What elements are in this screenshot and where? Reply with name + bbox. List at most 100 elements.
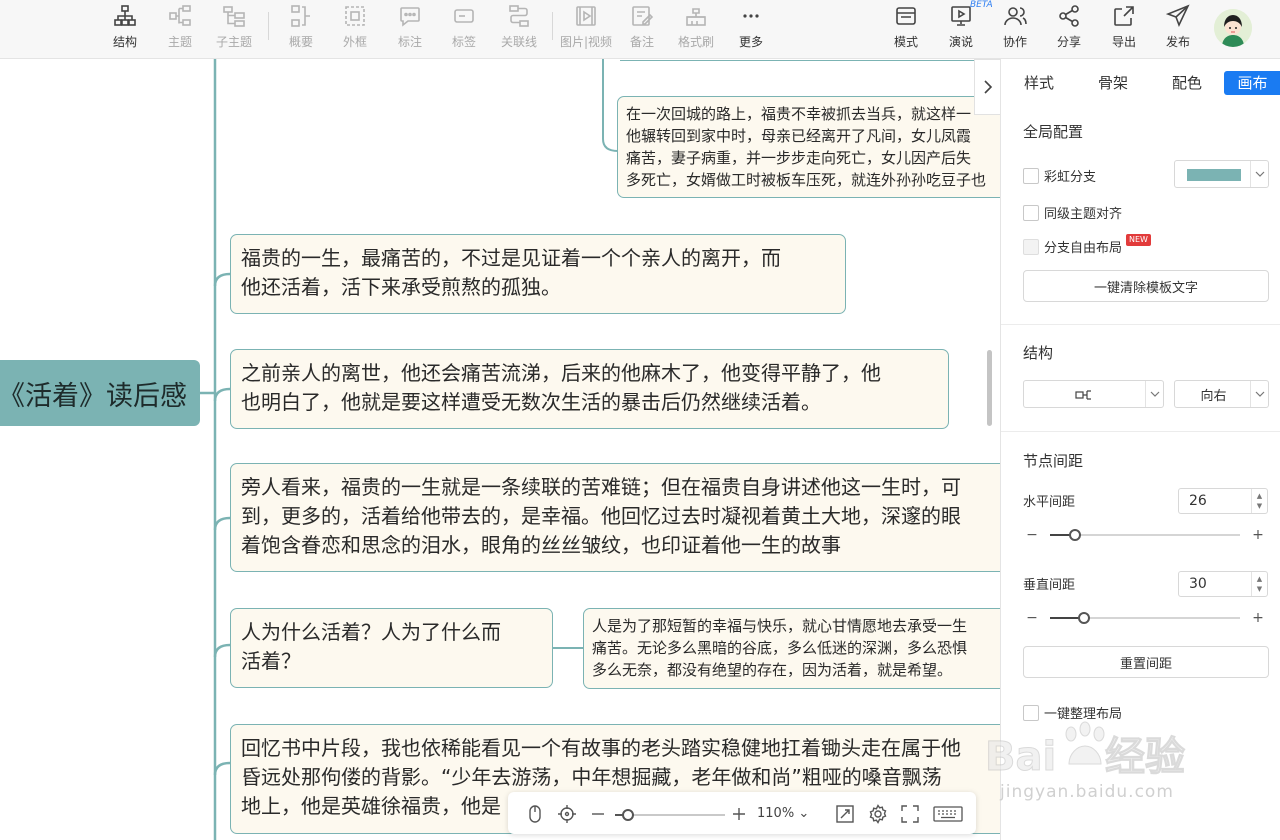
free-layout-checkbox[interactable] (1023, 238, 1039, 255)
slider-track[interactable] (1050, 529, 1240, 541)
chevron-down-icon (1145, 381, 1163, 407)
topic-label: 主题 (167, 35, 192, 49)
slider-track[interactable] (1050, 612, 1240, 624)
relation-line-button[interactable]: 关联线 (491, 0, 547, 59)
structure-button[interactable]: 结构 (97, 0, 153, 59)
section-divider (1001, 324, 1280, 325)
same-level-align-option[interactable]: 同级主题对齐 (1023, 203, 1122, 222)
publish-button[interactable]: 发布 (1150, 0, 1206, 59)
rainbow-branch-checkbox[interactable] (1023, 167, 1039, 184)
node-text-line: 多死亡，女婿做工时被板车压死，就连外孙孙吃豆子也 (626, 171, 987, 189)
root-topic[interactable]: 《活着》读后感 (0, 360, 200, 426)
more-button[interactable]: 更多 (723, 0, 779, 59)
collaborate-label: 协作 (1002, 35, 1027, 49)
chevron-down-icon: ⌄ (798, 806, 810, 821)
frame-button[interactable]: 外框 (327, 0, 383, 59)
summary-label: 概要 (288, 35, 313, 49)
collaborate-button[interactable]: 协作 (987, 0, 1043, 59)
section-divider (1001, 431, 1280, 432)
node-text-line: 多么无奈，都没有绝望的存在，因为活着，就是希望。 (592, 661, 953, 679)
image-video-label: 图片|视频 (559, 35, 613, 49)
tab-canvas[interactable]: 画布 (1224, 71, 1280, 95)
image-video-button[interactable]: 图片|视频 (558, 0, 614, 59)
fullscreen-icon[interactable] (899, 804, 921, 824)
stepper-arrows-icon[interactable]: ▲ ▼ (1251, 489, 1267, 513)
node-text-line: 痛苦。无论多么黑暗的谷底，多么低迷的深渊，多么恐惧 (592, 639, 968, 657)
topic-button[interactable]: 主题 (152, 0, 208, 59)
rainbow-color-select[interactable] (1174, 160, 1269, 188)
node-text-line: 他辗转回到家中时，母亲已经离开了凡间，女儿凤霞 (626, 127, 972, 145)
panel-tabs: 样式 骨架 配色 画布 (1001, 59, 1280, 105)
fit-screen-icon[interactable] (834, 804, 856, 824)
rainbow-branch-option[interactable]: 彩虹分支 (1023, 166, 1096, 185)
topic-node[interactable]: 福贵的一生，最痛苦的，不过是见证着一个个亲人的离开，而 他还活着，活下来承受煎熬… (230, 234, 846, 314)
settings-icon[interactable] (867, 804, 889, 824)
zoom-in-icon[interactable] (728, 804, 750, 824)
zoom-slider[interactable] (615, 809, 725, 821)
topic-node[interactable]: 之前亲人的离世，他还会痛苦流涕，后来的他麻木了，他变得平静了，他 也明白了，他就… (230, 349, 949, 429)
format-brush-label: 格式刷 (677, 35, 714, 49)
free-layout-label: 分支自由布局 (1044, 241, 1123, 256)
clear-template-text-button[interactable]: 一键清除模板文字 (1023, 270, 1269, 302)
mindmap-canvas[interactable]: 《活着》读后感 在一次回城的路上，福贵不幸被抓去当兵，就这样一 他辗转回到家中时… (0, 59, 1000, 840)
stepper-arrows-icon[interactable]: ▲ ▼ (1251, 572, 1267, 596)
node-text-line: 之前亲人的离世，他还会痛苦流涕，后来的他麻木了，他变得平静了，他 (241, 361, 881, 385)
format-brush-icon (683, 3, 709, 29)
slider-handle[interactable] (1078, 612, 1091, 624)
vertical-scrollbar[interactable] (987, 350, 992, 426)
topic-node[interactable]: 旁人看来，福贵的一生就是一条续联的苦难链；但在福贵自身讲述他这一生时，可 到，更… (230, 463, 1000, 572)
tab-style[interactable]: 样式 (1023, 71, 1055, 95)
svg-text:Bai: Bai (985, 734, 1056, 780)
note-button[interactable]: 备注 (614, 0, 670, 59)
reset-spacing-button[interactable]: 重置间距 (1023, 646, 1269, 678)
callout-button[interactable]: 标注 (382, 0, 438, 59)
structure-title: 结构 (1023, 344, 1054, 362)
subtopic-button[interactable]: 子主题 (206, 0, 262, 59)
mouse-icon[interactable] (524, 804, 546, 824)
horizontal-spacing-slider[interactable]: − + (1022, 525, 1270, 545)
node-text-line: 着饱含眷恋和思念的泪水，眼角的丝丝皱纹，也印证着他一生的故事 (241, 533, 841, 557)
increase-icon[interactable]: + (1248, 525, 1268, 545)
share-button[interactable]: 分享 (1041, 0, 1097, 59)
callout-label: 标注 (397, 35, 422, 49)
rainbow-branch-label: 彩虹分支 (1044, 170, 1097, 185)
summary-button[interactable]: 概要 (273, 0, 329, 59)
format-brush-button[interactable]: 格式刷 (668, 0, 724, 59)
same-level-align-checkbox[interactable] (1023, 204, 1039, 221)
subtopic-icon (221, 3, 247, 29)
vertical-spacing-slider[interactable]: − + (1022, 608, 1270, 628)
subtopic-node[interactable]: 在一次回城的路上，福贵不幸被抓去当兵，就这样一 他辗转回到家中时，母亲已经离开了… (617, 96, 1000, 198)
export-button[interactable]: 导出 (1096, 0, 1152, 59)
tag-button[interactable]: 标签 (436, 0, 492, 59)
publish-label: 发布 (1165, 35, 1190, 49)
mode-button[interactable]: 模式 (878, 0, 934, 59)
keyboard-icon[interactable] (933, 804, 963, 824)
free-layout-option[interactable]: 分支自由布局 NEW (1023, 233, 1151, 256)
topic-node[interactable]: 人为什么活着？人为了什么而 活着？ (230, 608, 553, 688)
frame-icon (342, 3, 368, 29)
locate-icon[interactable] (556, 804, 578, 824)
decrease-icon[interactable]: − (1022, 608, 1042, 628)
slider-handle[interactable] (1068, 529, 1081, 541)
structure-select[interactable] (1023, 380, 1164, 408)
direction-value: 向右 (1200, 388, 1227, 404)
tab-skeleton[interactable]: 骨架 (1097, 71, 1129, 95)
user-avatar[interactable] (1214, 9, 1252, 47)
tab-color-scheme[interactable]: 配色 (1171, 71, 1203, 95)
tag-label: 标签 (451, 35, 476, 49)
increase-icon[interactable]: + (1248, 608, 1268, 628)
node-text-line: 昏远处那佝偻的背影。“少年去游荡，中年想掘藏，老年做和尚”粗哑的嗓音飘荡 (241, 765, 942, 789)
vertical-spacing-input[interactable]: 30 ▲ ▼ (1178, 571, 1268, 597)
panel-collapse-button[interactable] (974, 59, 1000, 115)
zoom-out-icon[interactable] (587, 804, 609, 824)
horizontal-spacing-input[interactable]: 26 ▲ ▼ (1178, 488, 1268, 514)
relation-line-label: 关联线 (500, 35, 537, 49)
decrease-icon[interactable]: − (1022, 525, 1042, 545)
direction-select[interactable]: 向右 (1174, 380, 1269, 408)
export-icon (1111, 3, 1137, 29)
node-text-line: 到，更多的，活着给他带去的，是幸福。他回忆过去时凝视着黄土大地，深邃的眼 (241, 504, 961, 528)
tag-icon (451, 3, 477, 29)
subtopic-node[interactable]: 人是为了那短暂的幸福与快乐，就心甘情愿地去承受一生 痛苦。无论多么黑暗的谷底，多… (583, 608, 1000, 689)
node-text-line: 痛苦，妻子病重，并一步步走向死亡，女儿因产后失 (626, 149, 972, 167)
zoom-level[interactable]: 110% ⌄ (757, 806, 809, 821)
